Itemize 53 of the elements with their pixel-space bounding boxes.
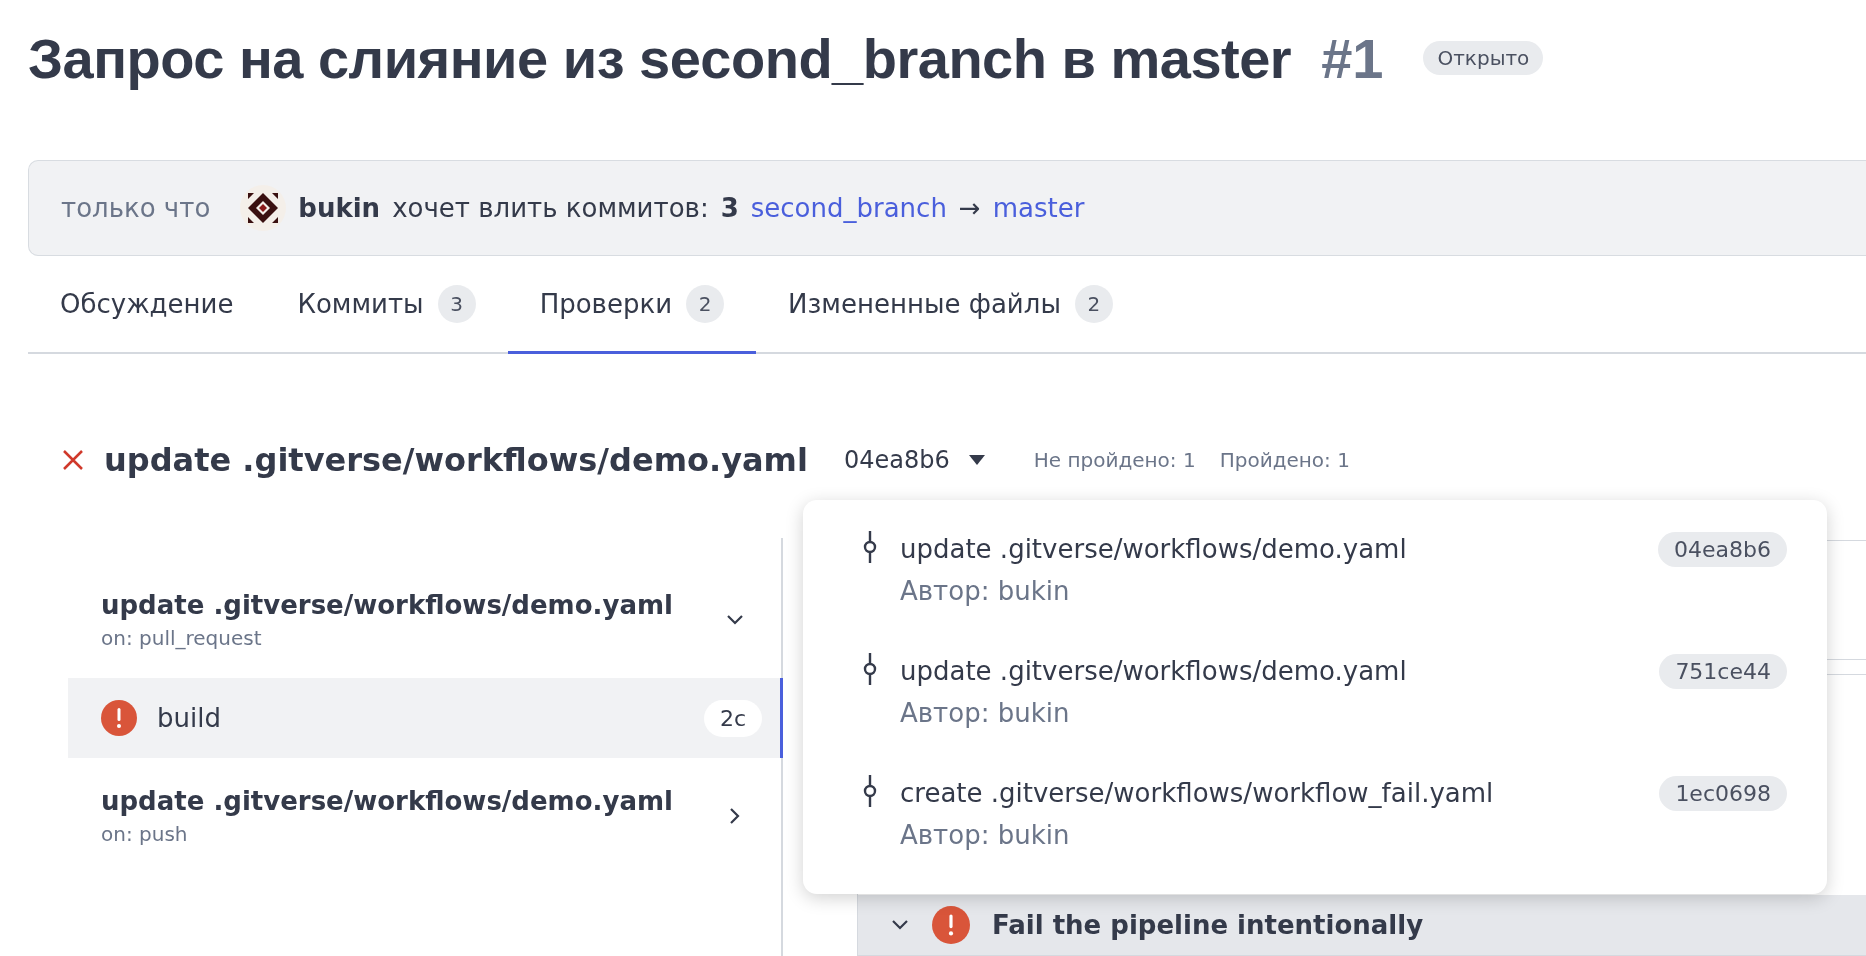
commit-author: Автор: bukin — [900, 820, 1071, 850]
commit-icon — [863, 774, 877, 808]
commit-menu-item[interactable]: create .gitverse/workflows/workflow_fail.yaml Автор: bukin 1ec0698 — [803, 758, 1827, 880]
workflow-title: update .gitverse/workflows/demo.yaml — [101, 590, 673, 620]
status-badge: Открыто — [1423, 41, 1544, 75]
author-name: bukin — [298, 193, 381, 223]
step-row[interactable]: Fail the pipeline intentionally — [858, 895, 1866, 955]
tab[interactable]: Обсуждение — [28, 256, 266, 352]
time-text: только что — [61, 193, 211, 223]
tab[interactable]: Измененные файлы 2 — [756, 256, 1145, 352]
workflow-title: update .gitverse/workflows/demo.yaml — [101, 786, 673, 816]
commit-count: 3 — [720, 193, 739, 223]
job-duration: 2с — [703, 699, 762, 737]
tab-label: Коммиты — [297, 289, 424, 319]
job-name: build — [157, 703, 221, 733]
commit-selector[interactable]: 04ea8b6 — [843, 446, 986, 474]
request-number: #1 — [1321, 25, 1384, 91]
workflow-row[interactable]: update .gitverse/workflows/demo.yaml on: push — [68, 774, 781, 858]
action-text: хочет влить коммитов: — [392, 193, 709, 223]
avatar-icon — [240, 185, 287, 231]
page-title: Запрос на слияние из second_branch в master — [28, 25, 1292, 91]
caret-icon — [967, 454, 986, 466]
workflow-trigger: on: push — [101, 822, 189, 846]
commit-menu-item[interactable]: update .gitverse/workflows/demo.yaml Автор: bukin 751ce44 — [803, 636, 1827, 758]
commit-author: Автор: bukin — [900, 576, 1071, 606]
commit-message: create .gitverse/workflows/workflow_fail.yaml — [900, 777, 1495, 808]
tab-label: Измененные файлы — [788, 289, 1061, 319]
step-name: Fail the pipeline intentionally — [992, 910, 1424, 940]
failed-count: Не пройдено: 1 — [1033, 448, 1196, 472]
target-branch-link[interactable]: master — [992, 193, 1085, 223]
workflow-row[interactable]: update .gitverse/workflows/demo.yaml on: pull_request — [68, 578, 781, 662]
tab[interactable]: Проверки 2 — [507, 256, 757, 352]
tab-count: 2 — [686, 285, 725, 323]
commit-icon — [863, 530, 877, 564]
commit-message: update .gitverse/workflows/demo.yaml — [900, 533, 1408, 564]
commit-author: Автор: bukin — [900, 698, 1071, 728]
commit-hash: 751ce44 — [1659, 654, 1787, 689]
commit-hash: 04ea8b6 — [1658, 532, 1787, 567]
commit-message: update .gitverse/workflows/demo.yaml — [900, 655, 1408, 686]
workflow-trigger: on: pull_request — [101, 626, 263, 650]
tab-count: 2 — [1074, 285, 1113, 323]
source-branch-link[interactable]: second_branch — [750, 193, 947, 223]
tab-count: 3 — [437, 285, 476, 323]
tab-label: Обсуждение — [60, 289, 234, 319]
tab-label: Проверки — [539, 289, 673, 319]
commit-menu-item[interactable]: update .gitverse/workflows/demo.yaml Автор: bukin 04ea8b6 — [803, 514, 1827, 636]
commit-icon — [863, 652, 877, 686]
tab[interactable]: Коммиты 3 — [265, 256, 508, 352]
arrow-text: → — [958, 193, 981, 223]
job-row[interactable]: build 2с — [68, 678, 783, 758]
check-title: update .gitverse/workflows/demo.yaml — [104, 441, 808, 479]
commit-hash: 1ec0698 — [1659, 776, 1787, 811]
passed-count: Пройдено: 1 — [1219, 448, 1350, 472]
